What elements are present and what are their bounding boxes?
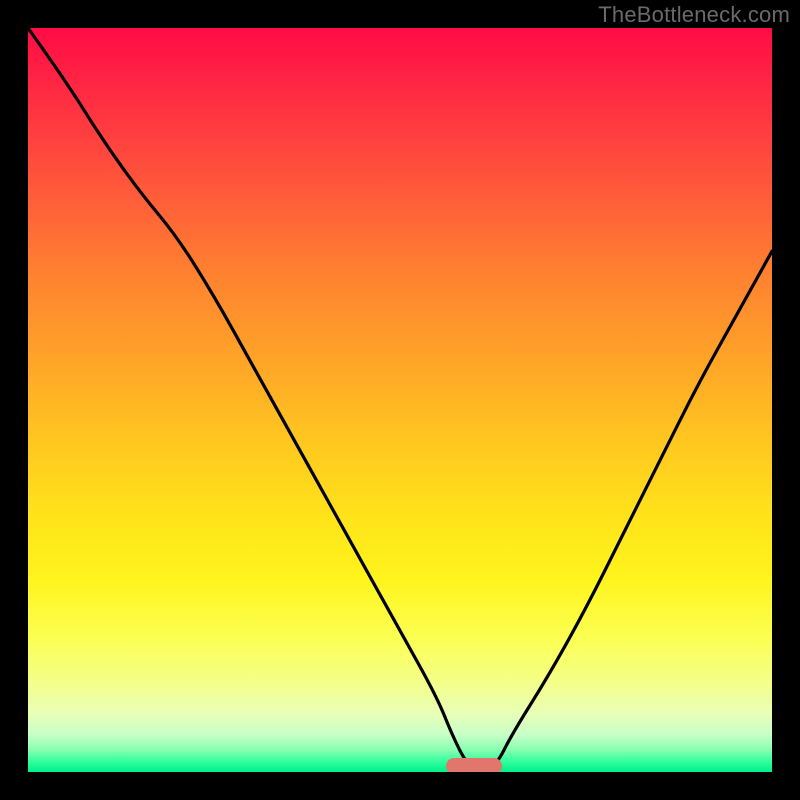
watermark-text: TheBottleneck.com: [598, 2, 790, 28]
bottleneck-curve: [28, 28, 772, 772]
plot-area: [28, 28, 772, 772]
minimum-marker: [446, 758, 502, 772]
curve-path: [28, 28, 772, 770]
chart-frame: TheBottleneck.com: [0, 0, 800, 800]
